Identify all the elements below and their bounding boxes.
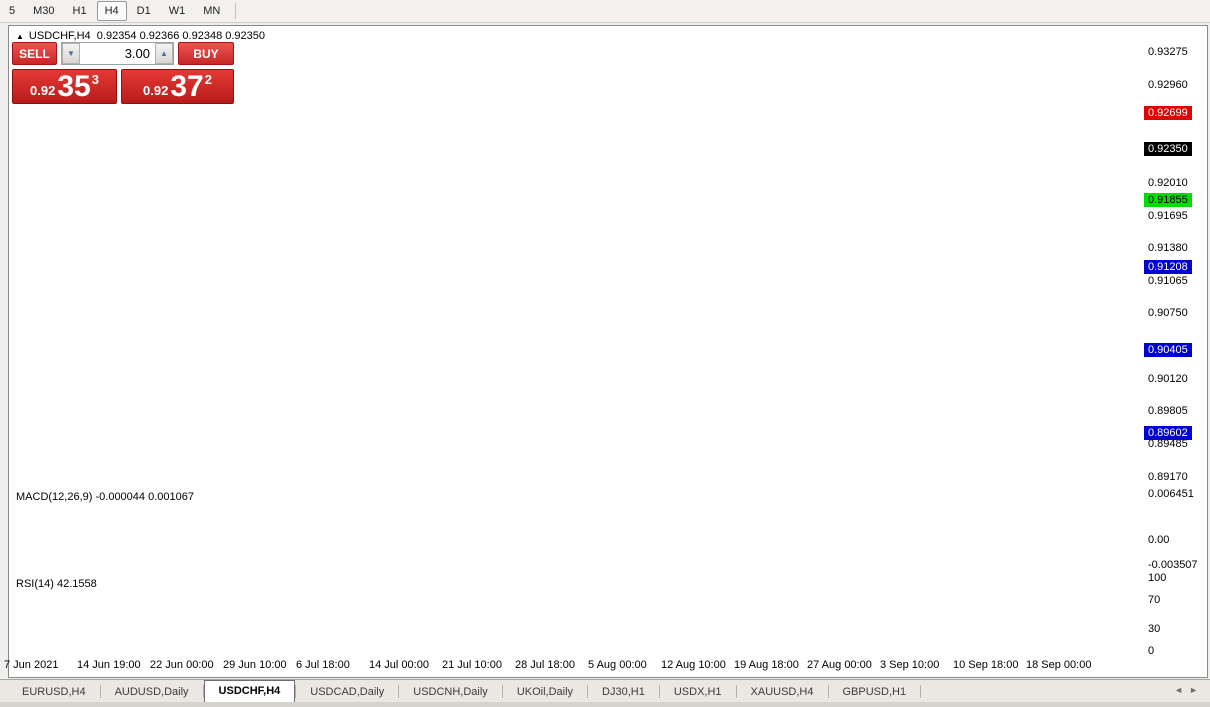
tab-scroll-arrows[interactable]: ◄► xyxy=(1174,685,1204,695)
chart-tab-usdchf[interactable]: USDCHF,H4 xyxy=(203,680,296,702)
buy-price-main: 37 xyxy=(170,70,204,103)
rsi-tick-label: 100 xyxy=(1148,572,1167,584)
price-tick-label: 0.89805 xyxy=(1148,405,1188,418)
rsi-label: RSI(14) 42.1558 xyxy=(16,578,97,590)
price-tick-label: 0.90750 xyxy=(1148,307,1188,320)
rsi-value: 42.1558 xyxy=(56,578,97,590)
rsi-tick-label: 30 xyxy=(1148,623,1161,636)
macd-tick-label: 0.006451 xyxy=(1148,488,1194,500)
date-tick-label: 21 Jul 10:00 xyxy=(442,659,502,671)
chart-title: ▲ USDCHF,H4 0.92354 0.92366 0.92348 0.923… xyxy=(16,30,265,42)
price-tick-label: 0.89170 xyxy=(1148,470,1188,483)
chart-tab-xauusd[interactable]: XAUUSD,H4 xyxy=(737,682,828,702)
date-tick-label: 28 Jul 18:00 xyxy=(515,659,575,671)
buy-button[interactable]: BUY xyxy=(178,42,234,65)
macd-values: -0.000044 0.001067 xyxy=(95,491,194,503)
price-level-badge: 0.92350 xyxy=(1144,141,1192,156)
rsi-tick-label: 0 xyxy=(1148,645,1155,657)
sell-price-box[interactable]: 0.92 35 3 xyxy=(12,69,117,104)
tab-scroll-right-icon: ► xyxy=(1189,685,1204,695)
price-tick-label: 0.93275 xyxy=(1148,46,1188,58)
date-tick-label: 27 Aug 00:00 xyxy=(807,659,872,671)
macd-tick-label: -0.003507 xyxy=(1148,559,1198,571)
volume-decrease-button[interactable]: ▼ xyxy=(62,43,80,64)
macd-label: MACD(12,26,9) -0.000044 0.001067 xyxy=(16,491,194,503)
date-tick-label: 5 Aug 00:00 xyxy=(588,659,647,671)
rsi-tick-label: 70 xyxy=(1148,593,1161,606)
chart-tab-gbpusd[interactable]: GBPUSD,H1 xyxy=(829,682,921,702)
sell-price-main: 35 xyxy=(57,70,91,103)
price-level-badge: 0.91855 xyxy=(1144,193,1192,207)
price-level-badge: 0.92699 xyxy=(1144,105,1192,120)
chart-tab-eurusd[interactable]: EURUSD,H4 xyxy=(8,682,100,702)
price-tick-label: 0.92010 xyxy=(1148,176,1188,189)
date-tick-label: 6 Jul 18:00 xyxy=(296,659,350,671)
volume-spinner: ▼ 3.00 ▲ xyxy=(61,42,174,65)
price-level-badge: 0.90405 xyxy=(1144,343,1192,358)
collapse-arrow-icon[interactable]: ▲ xyxy=(16,32,24,41)
date-tick-label: 7 Jun 2021 xyxy=(4,659,59,671)
price-tick-label: 0.90120 xyxy=(1148,372,1188,385)
chart-canvas[interactable] xyxy=(0,0,1210,707)
buy-price-prefix: 0.92 xyxy=(143,83,169,98)
date-tick-label: 22 Jun 00:00 xyxy=(150,659,214,671)
buy-price-box[interactable]: 0.92 37 2 xyxy=(121,69,234,104)
chart-tab-ukoil[interactable]: UKOil,Daily xyxy=(503,682,587,702)
sell-button[interactable]: SELL xyxy=(12,42,57,65)
volume-value[interactable]: 3.00 xyxy=(80,43,155,64)
chart-tab-usdcad[interactable]: USDCAD,Daily xyxy=(296,682,398,702)
tab-separator xyxy=(920,685,922,698)
date-tick-label: 19 Aug 18:00 xyxy=(734,659,799,671)
buy-price-pip: 2 xyxy=(204,72,212,87)
chart-ohlc-values: 0.92354 0.92366 0.92348 0.92350 xyxy=(96,30,265,42)
price-level-badge: 0.91208 xyxy=(1144,259,1192,274)
chart-symbol-label: USDCHF,H4 xyxy=(28,30,91,42)
trading-terminal: 5 M30 H1 H4 D1 W1 MN ▲ USDCHF,H4 0.92354 0.9236… xyxy=(0,0,1210,707)
date-tick-label: 14 Jul 00:00 xyxy=(369,659,429,671)
price-tick-label: 0.91380 xyxy=(1148,242,1188,255)
chart-tab-dj30[interactable]: DJ30,H1 xyxy=(588,682,659,702)
price-tick-label: 0.91065 xyxy=(1148,274,1188,287)
tab-scroll-left-icon: ◄ xyxy=(1174,685,1190,695)
chart-tab-usdx[interactable]: USDX,H1 xyxy=(660,682,736,702)
date-tick-label: 3 Sep 10:00 xyxy=(880,659,940,671)
chart-tab-bar: EURUSD,H4 AUDUSD,Daily USDCHF,H4 USDCAD,Dai… xyxy=(0,679,1210,702)
sell-price-pip: 3 xyxy=(91,72,99,87)
chart-tab-usdcnh[interactable]: USDCNH,Daily xyxy=(399,682,502,702)
price-tick-label: 0.92960 xyxy=(1148,78,1188,91)
date-tick-label: 18 Sep 00:00 xyxy=(1026,659,1092,671)
status-strip xyxy=(0,702,1210,707)
price-level-badge: 0.89602 xyxy=(1144,426,1192,441)
date-tick-label: 29 Jun 10:00 xyxy=(223,659,287,671)
date-tick-label: 14 Jun 19:00 xyxy=(77,659,141,671)
sell-price-prefix: 0.92 xyxy=(30,83,56,98)
price-tick-label: 0.91695 xyxy=(1148,209,1188,222)
macd-tick-label: 0.00 xyxy=(1148,534,1170,546)
date-tick-label: 12 Aug 10:00 xyxy=(661,659,726,671)
one-click-trading-panel: SELL ▼ 3.00 ▲ BUY 0.92 35 3 0.92 37 2 xyxy=(12,42,234,104)
chart-tab-audusd[interactable]: AUDUSD,Daily xyxy=(101,682,203,702)
date-tick-label: 10 Sep 18:00 xyxy=(953,659,1019,671)
volume-increase-button[interactable]: ▲ xyxy=(155,43,173,64)
